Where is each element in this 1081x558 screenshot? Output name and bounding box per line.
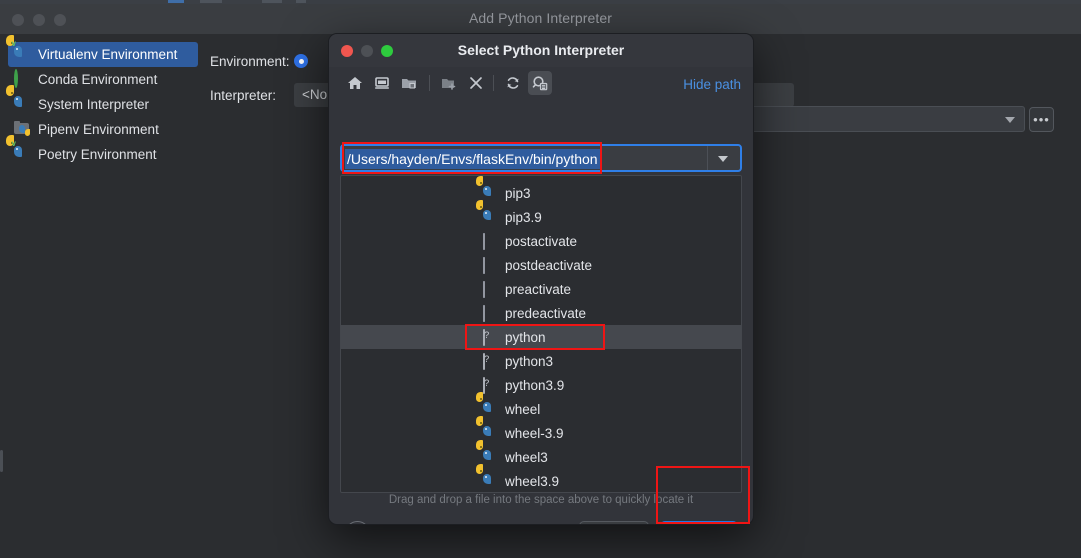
list-item[interactable]: python3	[341, 349, 741, 373]
path-dropdown-button[interactable]	[707, 146, 740, 170]
python-icon	[483, 186, 498, 201]
scrollbar-thumb[interactable]	[0, 450, 3, 472]
browse-button[interactable]: •••	[1029, 107, 1054, 132]
python-venv-icon: v	[14, 46, 31, 63]
toolbar-separator	[429, 75, 430, 91]
dialog-titlebar: Select Python Interpreter	[329, 34, 753, 67]
toolbar-separator	[493, 75, 494, 91]
list-item-label: wheel-3.9	[505, 426, 564, 441]
strip-tick	[168, 0, 184, 3]
location-combo-box[interactable]	[747, 106, 1025, 132]
sidebar-item-label: Poetry Environment	[38, 147, 157, 162]
interpreter-label: Interpreter:	[210, 88, 292, 103]
list-item-label: pip3.9	[505, 210, 542, 225]
strip-tick	[296, 0, 306, 3]
drag-drop-hint: Drag and drop a file into the space abov…	[329, 494, 753, 506]
list-item-label: predeactivate	[505, 306, 586, 321]
list-item-label: postdeactivate	[505, 258, 592, 273]
list-item-selected-python[interactable]: python	[341, 325, 741, 349]
shell-script-icon	[483, 306, 498, 321]
list-item[interactable]: predeactivate	[341, 301, 741, 325]
strip-tick	[200, 0, 222, 3]
file-browser-toolbar: Hide path	[329, 67, 753, 99]
python-icon	[14, 96, 31, 113]
sidebar-item-conda-environment[interactable]: Conda Environment	[8, 67, 198, 92]
project-folder-icon[interactable]	[397, 71, 421, 95]
desktop-icon[interactable]	[370, 71, 394, 95]
list-item[interactable]: postactivate	[341, 229, 741, 253]
sidebar-item-label: Conda Environment	[38, 72, 157, 87]
hide-path-link[interactable]: Hide path	[683, 77, 741, 92]
shell-script-icon	[483, 258, 498, 273]
sidebar-item-label: Virtualenv Environment	[38, 47, 177, 62]
sidebar-item-label: Pipenv Environment	[38, 122, 159, 137]
path-input[interactable]: /Users/hayden/Envs/flaskEnv/bin/python	[345, 149, 600, 169]
list-item-label: python3	[505, 354, 553, 369]
ok-button[interactable]: OK	[660, 521, 738, 525]
list-item-label: wheel3	[505, 450, 548, 465]
list-item[interactable]: wheel3	[341, 445, 741, 469]
python-icon	[483, 474, 498, 489]
sidebar-item-virtualenv-environment[interactable]: v Virtualenv Environment	[8, 42, 198, 67]
sidebar-item-label: System Interpreter	[38, 97, 149, 112]
select-python-interpreter-dialog: Select Python Interpreter	[328, 33, 754, 525]
list-item[interactable]: pip3.9	[341, 205, 741, 229]
dialog-title: Select Python Interpreter	[329, 42, 753, 58]
list-item-label: pip3	[505, 186, 531, 201]
cancel-button[interactable]: Cancel	[579, 521, 649, 525]
list-item[interactable]: python3.9	[341, 373, 741, 397]
list-item[interactable]: wheel	[341, 397, 741, 421]
path-combo-box[interactable]: /Users/hayden/Envs/flaskEnv/bin/python	[340, 144, 742, 172]
conda-ring-icon	[14, 71, 31, 88]
list-item[interactable]: postdeactivate	[341, 253, 741, 277]
delete-icon[interactable]	[464, 71, 488, 95]
chevron-down-icon	[1005, 117, 1015, 123]
list-item[interactable]: wheel3.9	[341, 469, 741, 493]
show-hidden-files-icon[interactable]	[528, 71, 552, 95]
sidebar-item-pipenv-environment[interactable]: Pipenv Environment	[8, 117, 198, 142]
new-folder-icon[interactable]	[437, 71, 461, 95]
shell-script-icon	[483, 282, 498, 297]
python-icon	[483, 450, 498, 465]
list-item-label: python3.9	[505, 378, 564, 393]
chevron-down-icon	[718, 156, 728, 162]
help-button[interactable]: ?	[345, 521, 370, 525]
unknown-file-icon	[483, 378, 498, 393]
environment-label: Environment:	[210, 54, 292, 69]
python-icon	[483, 402, 498, 417]
python-icon	[483, 426, 498, 441]
list-item-label: wheel	[505, 402, 540, 417]
refresh-icon[interactable]	[501, 71, 525, 95]
window-title: Add Python Interpreter	[0, 10, 1081, 26]
screen: Add Python Interpreter v Virtualenv Envi…	[0, 0, 1081, 558]
list-item[interactable]: wheel-3.9	[341, 421, 741, 445]
environment-type-list: v Virtualenv Environment Conda Environme…	[8, 42, 198, 167]
strip-tick	[262, 0, 282, 3]
folder-python-icon	[14, 121, 31, 138]
sidebar-item-system-interpreter[interactable]: System Interpreter	[8, 92, 198, 117]
list-item-label: python	[505, 330, 546, 345]
window-titlebar: Add Python Interpreter	[0, 4, 1081, 35]
unknown-file-icon	[483, 354, 498, 369]
list-item[interactable]: pip3	[341, 181, 741, 205]
sidebar-item-poetry-environment[interactable]: v Poetry Environment	[8, 142, 198, 167]
python-icon	[483, 210, 498, 225]
list-item-label: wheel3.9	[505, 474, 559, 489]
unknown-file-icon	[483, 330, 498, 345]
python-venv-icon: v	[14, 146, 31, 163]
shell-script-icon	[483, 234, 498, 249]
environment-new-radio[interactable]	[294, 54, 308, 68]
home-icon[interactable]	[343, 71, 367, 95]
list-item-label: preactivate	[505, 282, 571, 297]
list-item[interactable]: preactivate	[341, 277, 741, 301]
list-item-label: postactivate	[505, 234, 577, 249]
file-list[interactable]: pip3 pip3.9 postactivate postdeactivate …	[340, 175, 742, 493]
